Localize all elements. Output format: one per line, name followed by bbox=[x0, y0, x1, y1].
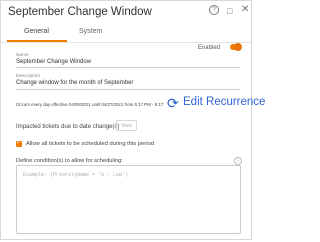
name-underline bbox=[16, 67, 240, 68]
restore-icon[interactable]: □ bbox=[227, 6, 232, 16]
conditions-label: Define condition(s) to allow for schedul… bbox=[16, 158, 123, 164]
enabled-label: Enabled bbox=[197, 45, 220, 51]
help-icon[interactable]: ? bbox=[209, 5, 219, 15]
name-label: Name bbox=[16, 53, 29, 58]
change-window-dialog: September Change Window ? □ ✕ General Sy… bbox=[0, 0, 265, 240]
tab-general[interactable]: General bbox=[24, 28, 49, 35]
active-tab-indicator bbox=[7, 40, 67, 42]
info-icon[interactable]: i bbox=[234, 157, 242, 165]
dialog-title: September Change Window bbox=[8, 6, 152, 18]
description-label: Description bbox=[16, 74, 40, 79]
toggle-knob bbox=[234, 43, 242, 51]
conditions-textarea[interactable]: Example: (PriorityName = 'X - Low') bbox=[16, 165, 241, 234]
edit-recurrence-button[interactable]: ⟳ Edit Recurrence bbox=[164, 94, 265, 113]
close-icon[interactable]: ✕ bbox=[241, 5, 249, 15]
check-icon: ✓ bbox=[16, 140, 22, 146]
description-field[interactable]: Change window for the month of September bbox=[16, 80, 133, 86]
sync-icon: ⟳ bbox=[167, 95, 179, 111]
edit-recurrence-label: Edit Recurrence bbox=[183, 96, 266, 108]
enabled-toggle[interactable] bbox=[230, 43, 242, 51]
allow-all-label: Allow all tickets to be scheduled during… bbox=[26, 141, 154, 147]
recurrence-summary: Occurs every day effective 04/09/2021 un… bbox=[16, 102, 172, 107]
view-button[interactable]: View bbox=[116, 120, 137, 131]
impacted-tickets-label: Impacted tickets due to date change(s) bbox=[16, 124, 120, 130]
allow-all-checkbox[interactable]: ✓ bbox=[16, 140, 22, 147]
description-underline bbox=[16, 89, 240, 90]
name-field[interactable]: September Change Window bbox=[16, 59, 91, 65]
dialog-titlebar: September Change Window ? □ ✕ bbox=[1, 1, 251, 23]
conditions-placeholder: Example: (PriorityName = 'X - Low') bbox=[23, 172, 129, 178]
tab-system[interactable]: System bbox=[79, 28, 102, 35]
